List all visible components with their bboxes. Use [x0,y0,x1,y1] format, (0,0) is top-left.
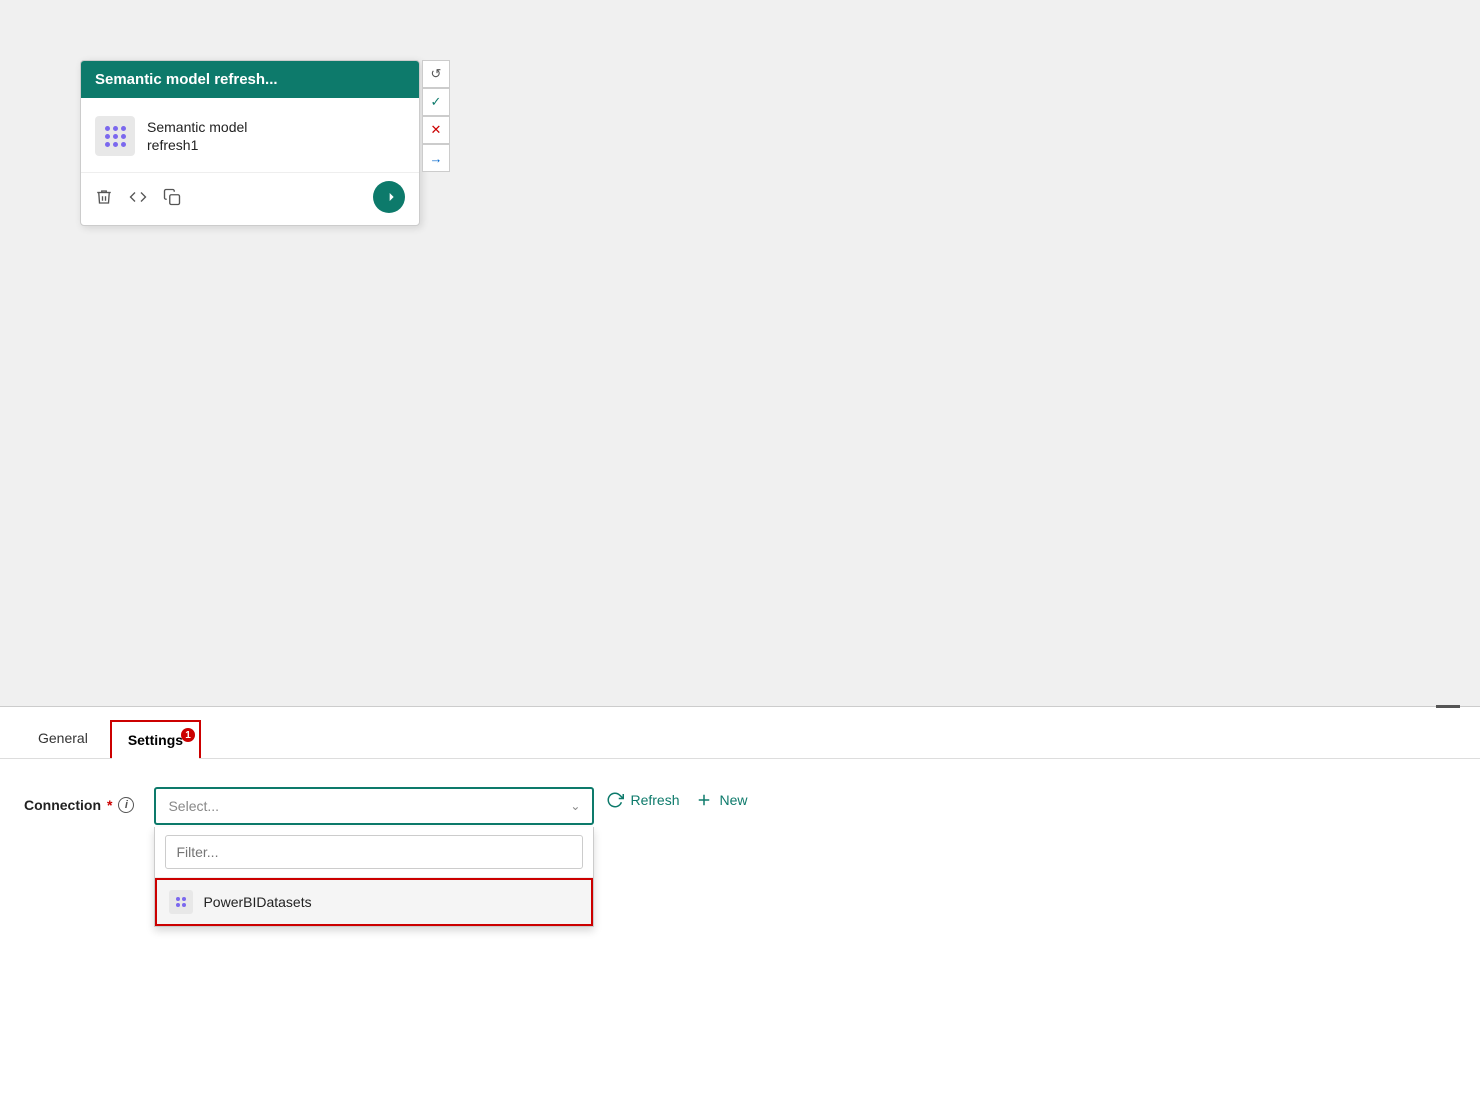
dot [113,134,118,139]
connection-label: Connection * i [24,787,134,813]
connection-dropdown-popup: PowerBIDatasets [154,827,594,927]
delete-icon[interactable] [95,188,113,206]
filter-input[interactable] [165,835,583,869]
connection-dropdown-wrapper: Select... ⌄ [154,787,594,825]
dot [105,134,110,139]
dot [113,142,118,147]
bottom-panel: General Settings 1 Connection * i Select… [0,706,1480,1096]
dot [105,126,110,131]
connector-success[interactable]: ✓ [422,88,450,116]
code-icon[interactable] [129,188,147,206]
minimize-bar[interactable] [1436,705,1460,708]
new-button[interactable]: New [695,791,747,809]
connector-refresh[interactable]: ↺ [422,60,450,88]
connection-field-row: Connection * i Select... ⌄ [24,787,1456,825]
dots-grid-icon [101,122,130,151]
connection-select[interactable]: Select... ⌄ [154,787,594,825]
option-icon [169,890,193,914]
action-buttons: Refresh New [606,787,747,809]
chevron-down-icon: ⌄ [570,799,580,813]
connector-error[interactable]: ✕ [422,116,450,144]
refresh-button[interactable]: Refresh [606,791,679,809]
dot [105,142,110,147]
side-connectors: ↺ ✓ ✕ → [422,60,450,172]
dot [121,134,126,139]
settings-content: Connection * i Select... ⌄ [0,759,1480,853]
dot [113,126,118,131]
info-icon[interactable]: i [118,797,134,813]
dropdown-option-powerbidatasets[interactable]: PowerBIDatasets [155,878,593,926]
option-dot [182,903,186,907]
connector-arrow[interactable]: → [422,144,450,172]
tabs-row: General Settings 1 [0,707,1480,759]
activity-name: Semantic model refresh1 [147,118,247,154]
card-header: Semantic model refresh... [81,61,419,98]
card-footer [81,172,419,225]
tab-general[interactable]: General [20,718,106,758]
activity-item: Semantic model refresh1 [95,110,405,162]
option-dot [182,897,186,901]
tab-settings[interactable]: Settings 1 [110,720,201,758]
canvas-area: Semantic model refresh... [0,0,1480,706]
dot [121,126,126,131]
go-button[interactable] [373,181,405,213]
option-dots-grid [172,893,190,911]
dot [121,142,126,147]
field-controls: Select... ⌄ [154,787,1456,825]
copy-icon[interactable] [163,188,181,206]
option-dot [176,897,180,901]
option-label: PowerBIDatasets [203,894,311,910]
option-dot [176,903,180,907]
card-body: Semantic model refresh1 [81,98,419,172]
filter-wrapper [155,827,593,878]
activity-card: Semantic model refresh... [80,60,420,226]
required-indicator: * [107,797,112,813]
activity-icon-box [95,116,135,156]
settings-badge: 1 [181,728,195,742]
